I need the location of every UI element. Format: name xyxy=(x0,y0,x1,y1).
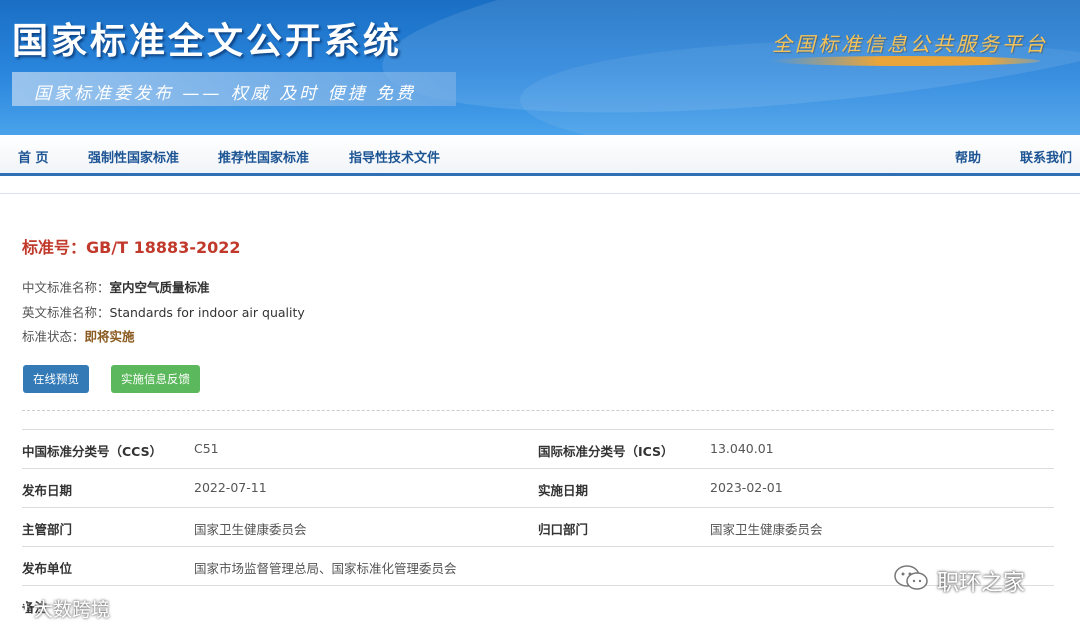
publish-date-label: 发布日期 xyxy=(22,483,73,498)
wechat-icon xyxy=(894,565,928,590)
cn-name-label: 中文标准名称： xyxy=(22,280,110,295)
status-label: 标准状态： xyxy=(22,329,85,344)
site-title: 国家标准全文公开系统 xyxy=(12,21,403,62)
page: 国家标准全文公开系统 国家标准委发布 —— 权威 及时 便捷 免费 全国标准信息… xyxy=(0,0,1080,626)
tagline-box: 国家标准委发布 —— 权威 及时 便捷 免费 xyxy=(12,72,456,106)
main-nav: 首 页 强制性国家标准 推荐性国家标准 指导性技术文件 帮助 联系我们 xyxy=(0,135,1080,176)
platform-logo-text: 全国标准信息公共服务平台 xyxy=(772,32,1048,56)
detail-row: 主管部门 国家卫生健康委员会 归口部门 国家卫生健康委员会 xyxy=(22,507,1054,545)
competent-dept-label: 主管部门 xyxy=(22,522,73,537)
status-value: 即将实施 xyxy=(84,329,135,344)
technical-dept-value: 国家卫生健康委员会 xyxy=(710,522,823,537)
brand-logo-icon xyxy=(6,596,28,618)
site-tagline: 国家标准委发布 —— 权威 及时 便捷 免费 xyxy=(34,84,417,104)
nav-help[interactable]: 帮助 xyxy=(955,147,981,166)
publisher-value: 国家市场监督管理总局、国家标准化管理委员会 xyxy=(194,561,457,576)
implement-date-value: 2023-02-01 xyxy=(710,480,783,495)
implement-date-label: 实施日期 xyxy=(538,483,589,498)
implementation-feedback-button[interactable]: 实施信息反馈 xyxy=(111,365,200,393)
watermark-text: 大数跨境 xyxy=(34,599,111,621)
standard-number: 标准号：GB/T 18883-2022 xyxy=(22,238,241,257)
detail-row: 中国标准分类号（CCS） C51 国际标准分类号（ICS） 13.040.01 xyxy=(22,429,1054,467)
cn-name-row: 中文标准名称：室内空气质量标准 xyxy=(22,277,210,296)
watermark-text: 职环之家 xyxy=(937,571,1026,596)
ics-label: 国际标准分类号（ICS） xyxy=(538,444,674,459)
publish-date-value: 2022-07-11 xyxy=(194,480,267,495)
ics-value: 13.040.01 xyxy=(710,441,774,456)
en-name-value: Standards for indoor air quality xyxy=(109,305,305,320)
detail-row: 发布日期 2022-07-11 实施日期 2023-02-01 xyxy=(22,468,1054,506)
nav-contact-us[interactable]: 联系我们 xyxy=(1020,147,1072,166)
cn-name-value: 室内空气质量标准 xyxy=(109,280,210,295)
en-name-label: 英文标准名称： xyxy=(22,305,110,320)
online-preview-button[interactable]: 在线预览 xyxy=(23,365,89,393)
platform-underline xyxy=(770,56,1040,66)
competent-dept-value: 国家卫生健康委员会 xyxy=(194,522,307,537)
en-name-row: 英文标准名称：Standards for indoor air quality xyxy=(22,302,305,321)
nav-mandatory-standards[interactable]: 强制性国家标准 xyxy=(88,147,179,166)
nav-guidance-documents[interactable]: 指导性技术文件 xyxy=(349,147,440,166)
site-banner: 国家标准全文公开系统 国家标准委发布 —— 权威 及时 便捷 免费 全国标准信息… xyxy=(0,0,1080,135)
nav-recommended-standards[interactable]: 推荐性国家标准 xyxy=(218,147,309,166)
publisher-label: 发布单位 xyxy=(22,561,73,576)
divider xyxy=(22,410,1054,411)
ccs-value: C51 xyxy=(194,441,219,456)
technical-dept-label: 归口部门 xyxy=(538,522,589,537)
nav-home[interactable]: 首 页 xyxy=(18,147,49,166)
ccs-label: 中国标准分类号（CCS） xyxy=(22,444,163,459)
status-row: 标准状态：即将实施 xyxy=(22,326,135,345)
